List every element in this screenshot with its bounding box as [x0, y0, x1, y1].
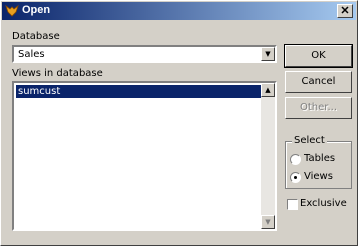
cancel-button[interactable]: Cancel — [285, 71, 352, 93]
radio-views-label[interactable]: Views — [304, 171, 333, 182]
fox-app-icon — [5, 4, 19, 17]
database-value: Sales — [18, 49, 45, 60]
open-dialog: Open ✕ Database Sales ▼ Views in databas… — [0, 0, 358, 246]
radio-selected-dot — [294, 176, 297, 179]
views-label: Views in database — [12, 68, 103, 79]
database-label: Database — [12, 31, 60, 42]
ok-button[interactable]: OK — [284, 44, 353, 68]
other-button[interactable]: Other... — [285, 97, 352, 119]
window-title: Open — [22, 4, 51, 16]
exclusive-label[interactable]: Exclusive — [300, 198, 347, 209]
views-listbox[interactable]: sumcust ▲ ▼ — [12, 81, 277, 231]
radio-tables[interactable] — [290, 154, 301, 165]
vertical-scrollbar[interactable]: ▲ ▼ — [261, 83, 275, 229]
close-icon: ✕ — [340, 5, 350, 17]
radio-tables-label[interactable]: Tables — [304, 153, 335, 164]
scroll-down-icon[interactable]: ▼ — [261, 215, 275, 229]
title-bar[interactable]: Open ✕ — [2, 2, 356, 20]
chevron-down-icon[interactable]: ▼ — [261, 47, 275, 61]
list-item[interactable]: sumcust — [16, 85, 261, 98]
scroll-up-icon[interactable]: ▲ — [261, 83, 275, 97]
close-button[interactable]: ✕ — [337, 4, 353, 18]
select-group-title: Select — [292, 135, 327, 146]
radio-views[interactable] — [290, 172, 301, 183]
exclusive-checkbox[interactable] — [287, 199, 298, 210]
select-groupbox: Select Tables Views — [285, 135, 352, 189]
database-combo[interactable]: Sales ▼ — [12, 45, 277, 63]
